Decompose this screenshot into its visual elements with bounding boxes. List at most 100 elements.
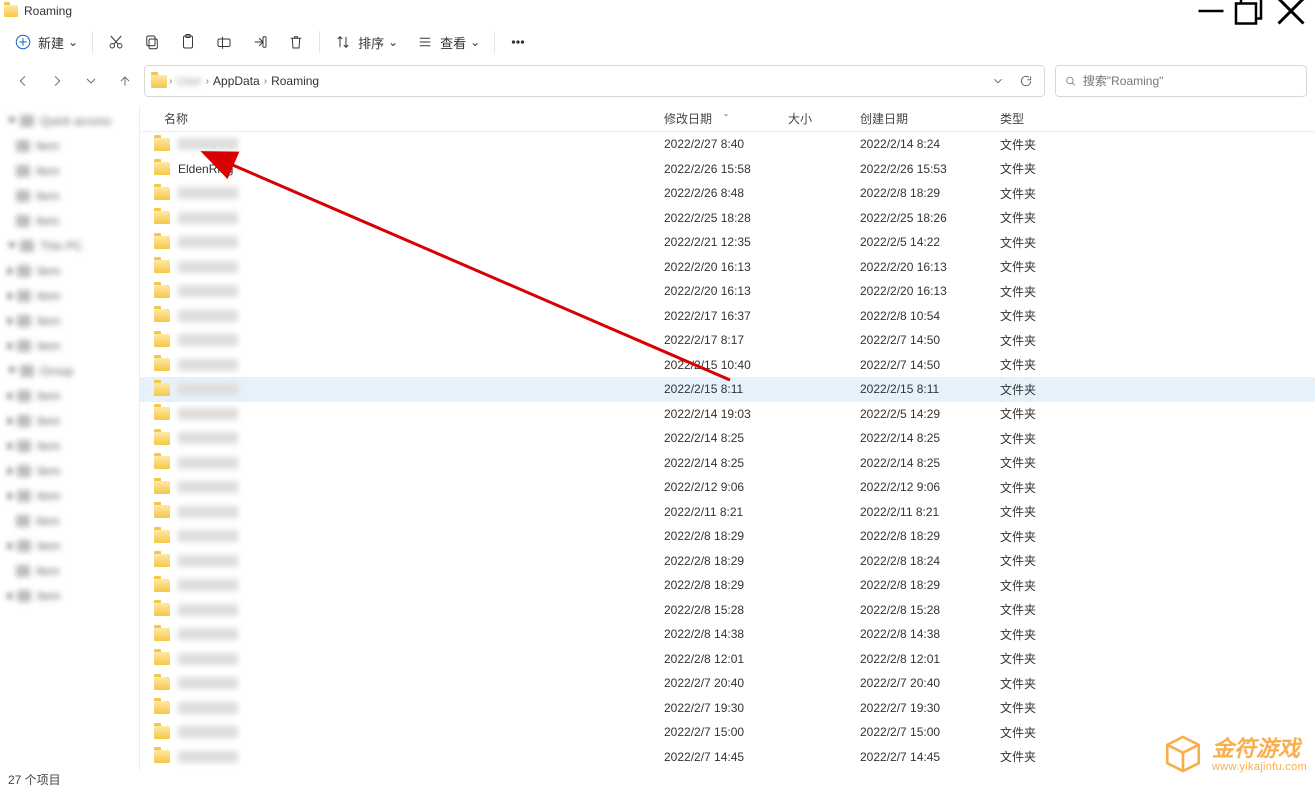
- table-row[interactable]: 2022/2/8 12:012022/2/8 12:01文件夹: [140, 647, 1315, 672]
- row-created: 2022/2/5 14:29: [860, 407, 1000, 421]
- row-modified: 2022/2/15 10:40: [664, 358, 788, 372]
- rename-button[interactable]: [207, 26, 241, 58]
- sidebar-item[interactable]: Item: [0, 183, 139, 208]
- row-name: [178, 334, 238, 346]
- row-name: EldenRing: [178, 162, 233, 176]
- watermark-url: www.yikajinfu.com: [1212, 762, 1307, 773]
- row-type: 文件夹: [1000, 675, 1120, 692]
- table-row[interactable]: 2022/2/12 9:062022/2/12 9:06文件夹: [140, 475, 1315, 500]
- table-row[interactable]: 2022/2/20 16:132022/2/20 16:13文件夹: [140, 255, 1315, 280]
- sidebar-item[interactable]: Item: [0, 508, 139, 533]
- sidebar-item[interactable]: Item: [0, 533, 139, 558]
- breadcrumb-roaming[interactable]: Roaming: [271, 74, 319, 88]
- recent-dropdown[interactable]: [76, 66, 106, 96]
- row-name: [178, 236, 238, 248]
- folder-icon: [154, 260, 170, 273]
- table-row[interactable]: 2022/2/15 8:112022/2/15 8:11文件夹: [140, 377, 1315, 402]
- table-row[interactable]: 2022/2/8 14:382022/2/8 14:38文件夹: [140, 622, 1315, 647]
- breadcrumb-appdata[interactable]: AppData: [213, 74, 260, 88]
- column-headers[interactable]: 名称 ⌄ 修改日期 大小 创建日期 类型: [140, 106, 1315, 132]
- delete-button[interactable]: [279, 26, 313, 58]
- folder-icon: [154, 162, 170, 175]
- back-button[interactable]: [8, 66, 38, 96]
- cut-button[interactable]: [99, 26, 133, 58]
- table-row[interactable]: 2022/2/7 15:002022/2/7 15:00文件夹: [140, 720, 1315, 745]
- table-row[interactable]: 2022/2/14 8:252022/2/14 8:25文件夹: [140, 426, 1315, 451]
- sidebar-item[interactable]: Item: [0, 558, 139, 583]
- status-bar: 27 个项目: [0, 770, 1315, 788]
- sort-button[interactable]: 排序 ⌄: [326, 26, 406, 58]
- row-name: [178, 457, 238, 469]
- share-button[interactable]: [243, 26, 277, 58]
- sidebar-item[interactable]: Item: [0, 208, 139, 233]
- sidebar-item[interactable]: Item: [0, 383, 139, 408]
- table-row[interactable]: 2022/2/14 19:032022/2/5 14:29文件夹: [140, 402, 1315, 427]
- table-row[interactable]: 2022/2/20 16:132022/2/20 16:13文件夹: [140, 279, 1315, 304]
- sidebar-item[interactable]: Group: [0, 358, 139, 383]
- table-row[interactable]: 2022/2/8 18:292022/2/8 18:29文件夹: [140, 573, 1315, 598]
- maximize-button[interactable]: [1231, 0, 1271, 22]
- col-name[interactable]: 名称: [154, 110, 664, 127]
- row-name: [178, 359, 238, 371]
- folder-icon: [154, 554, 170, 567]
- address-bar[interactable]: › User › AppData › Roaming: [144, 65, 1045, 97]
- sidebar-item[interactable]: Item: [0, 458, 139, 483]
- table-row[interactable]: 2022/2/7 19:302022/2/7 19:30文件夹: [140, 696, 1315, 721]
- sidebar-item[interactable]: Item: [0, 483, 139, 508]
- new-button[interactable]: 新建 ⌄: [6, 26, 86, 58]
- search-box[interactable]: [1055, 65, 1307, 97]
- row-modified: 2022/2/17 8:17: [664, 333, 788, 347]
- forward-button[interactable]: [42, 66, 72, 96]
- table-row[interactable]: 2022/2/17 8:172022/2/7 14:50文件夹: [140, 328, 1315, 353]
- col-created[interactable]: 创建日期: [860, 110, 1000, 127]
- sidebar-item[interactable]: Item: [0, 133, 139, 158]
- table-row[interactable]: 2022/2/8 18:292022/2/8 18:24文件夹: [140, 549, 1315, 574]
- col-size[interactable]: 大小: [788, 110, 860, 127]
- refresh-button[interactable]: [1012, 67, 1040, 95]
- sidebar-item[interactable]: Item: [0, 308, 139, 333]
- separator: [494, 31, 495, 53]
- table-row[interactable]: 2022/2/7 20:402022/2/7 20:40文件夹: [140, 671, 1315, 696]
- up-button[interactable]: [110, 66, 140, 96]
- table-row[interactable]: 2022/2/15 10:402022/2/7 14:50文件夹: [140, 353, 1315, 378]
- table-row[interactable]: 2022/2/14 8:252022/2/14 8:25文件夹: [140, 451, 1315, 476]
- close-button[interactable]: [1271, 0, 1311, 22]
- more-button[interactable]: [501, 26, 535, 58]
- sidebar-item[interactable]: Item: [0, 283, 139, 308]
- row-modified: 2022/2/7 14:45: [664, 750, 788, 764]
- sidebar-item[interactable]: Quick access: [0, 108, 139, 133]
- table-row[interactable]: 2022/2/7 14:452022/2/7 14:45文件夹: [140, 745, 1315, 770]
- col-type[interactable]: 类型: [1000, 110, 1120, 127]
- sidebar-item[interactable]: Item: [0, 158, 139, 183]
- paste-button[interactable]: [171, 26, 205, 58]
- sidebar-item[interactable]: Item: [0, 433, 139, 458]
- minimize-button[interactable]: [1191, 0, 1231, 22]
- table-row[interactable]: 2022/2/27 8:402022/2/14 8:24文件夹: [140, 132, 1315, 157]
- item-count: 27 个项目: [8, 771, 61, 788]
- copy-button[interactable]: [135, 26, 169, 58]
- row-type: 文件夹: [1000, 626, 1120, 643]
- nav-sidebar[interactable]: Quick access Item Item Item Item This PC…: [0, 106, 140, 770]
- breadcrumb-user[interactable]: User: [176, 74, 201, 88]
- sidebar-item[interactable]: Item: [0, 408, 139, 433]
- view-button[interactable]: 查看 ⌄: [408, 26, 488, 58]
- table-row[interactable]: 2022/2/8 15:282022/2/8 15:28文件夹: [140, 598, 1315, 623]
- col-modified[interactable]: ⌄ 修改日期: [664, 110, 788, 127]
- table-row[interactable]: 2022/2/11 8:212022/2/11 8:21文件夹: [140, 500, 1315, 525]
- sidebar-item[interactable]: This PC: [0, 233, 139, 258]
- row-type: 文件夹: [1000, 454, 1120, 471]
- table-row[interactable]: 2022/2/8 18:292022/2/8 18:29文件夹: [140, 524, 1315, 549]
- table-row[interactable]: 2022/2/26 8:482022/2/8 18:29文件夹: [140, 181, 1315, 206]
- table-row[interactable]: 2022/2/25 18:282022/2/25 18:26文件夹: [140, 206, 1315, 231]
- row-name: [178, 677, 238, 689]
- sidebar-item[interactable]: Item: [0, 258, 139, 283]
- table-row[interactable]: 2022/2/21 12:352022/2/5 14:22文件夹: [140, 230, 1315, 255]
- address-dropdown[interactable]: [984, 67, 1012, 95]
- table-row[interactable]: EldenRing2022/2/26 15:582022/2/26 15:53文…: [140, 157, 1315, 182]
- table-row[interactable]: 2022/2/17 16:372022/2/8 10:54文件夹: [140, 304, 1315, 329]
- sidebar-item[interactable]: Item: [0, 583, 139, 608]
- folder-icon: [154, 138, 170, 151]
- folder-icon: [154, 677, 170, 690]
- search-input[interactable]: [1083, 74, 1298, 88]
- sidebar-item[interactable]: Item: [0, 333, 139, 358]
